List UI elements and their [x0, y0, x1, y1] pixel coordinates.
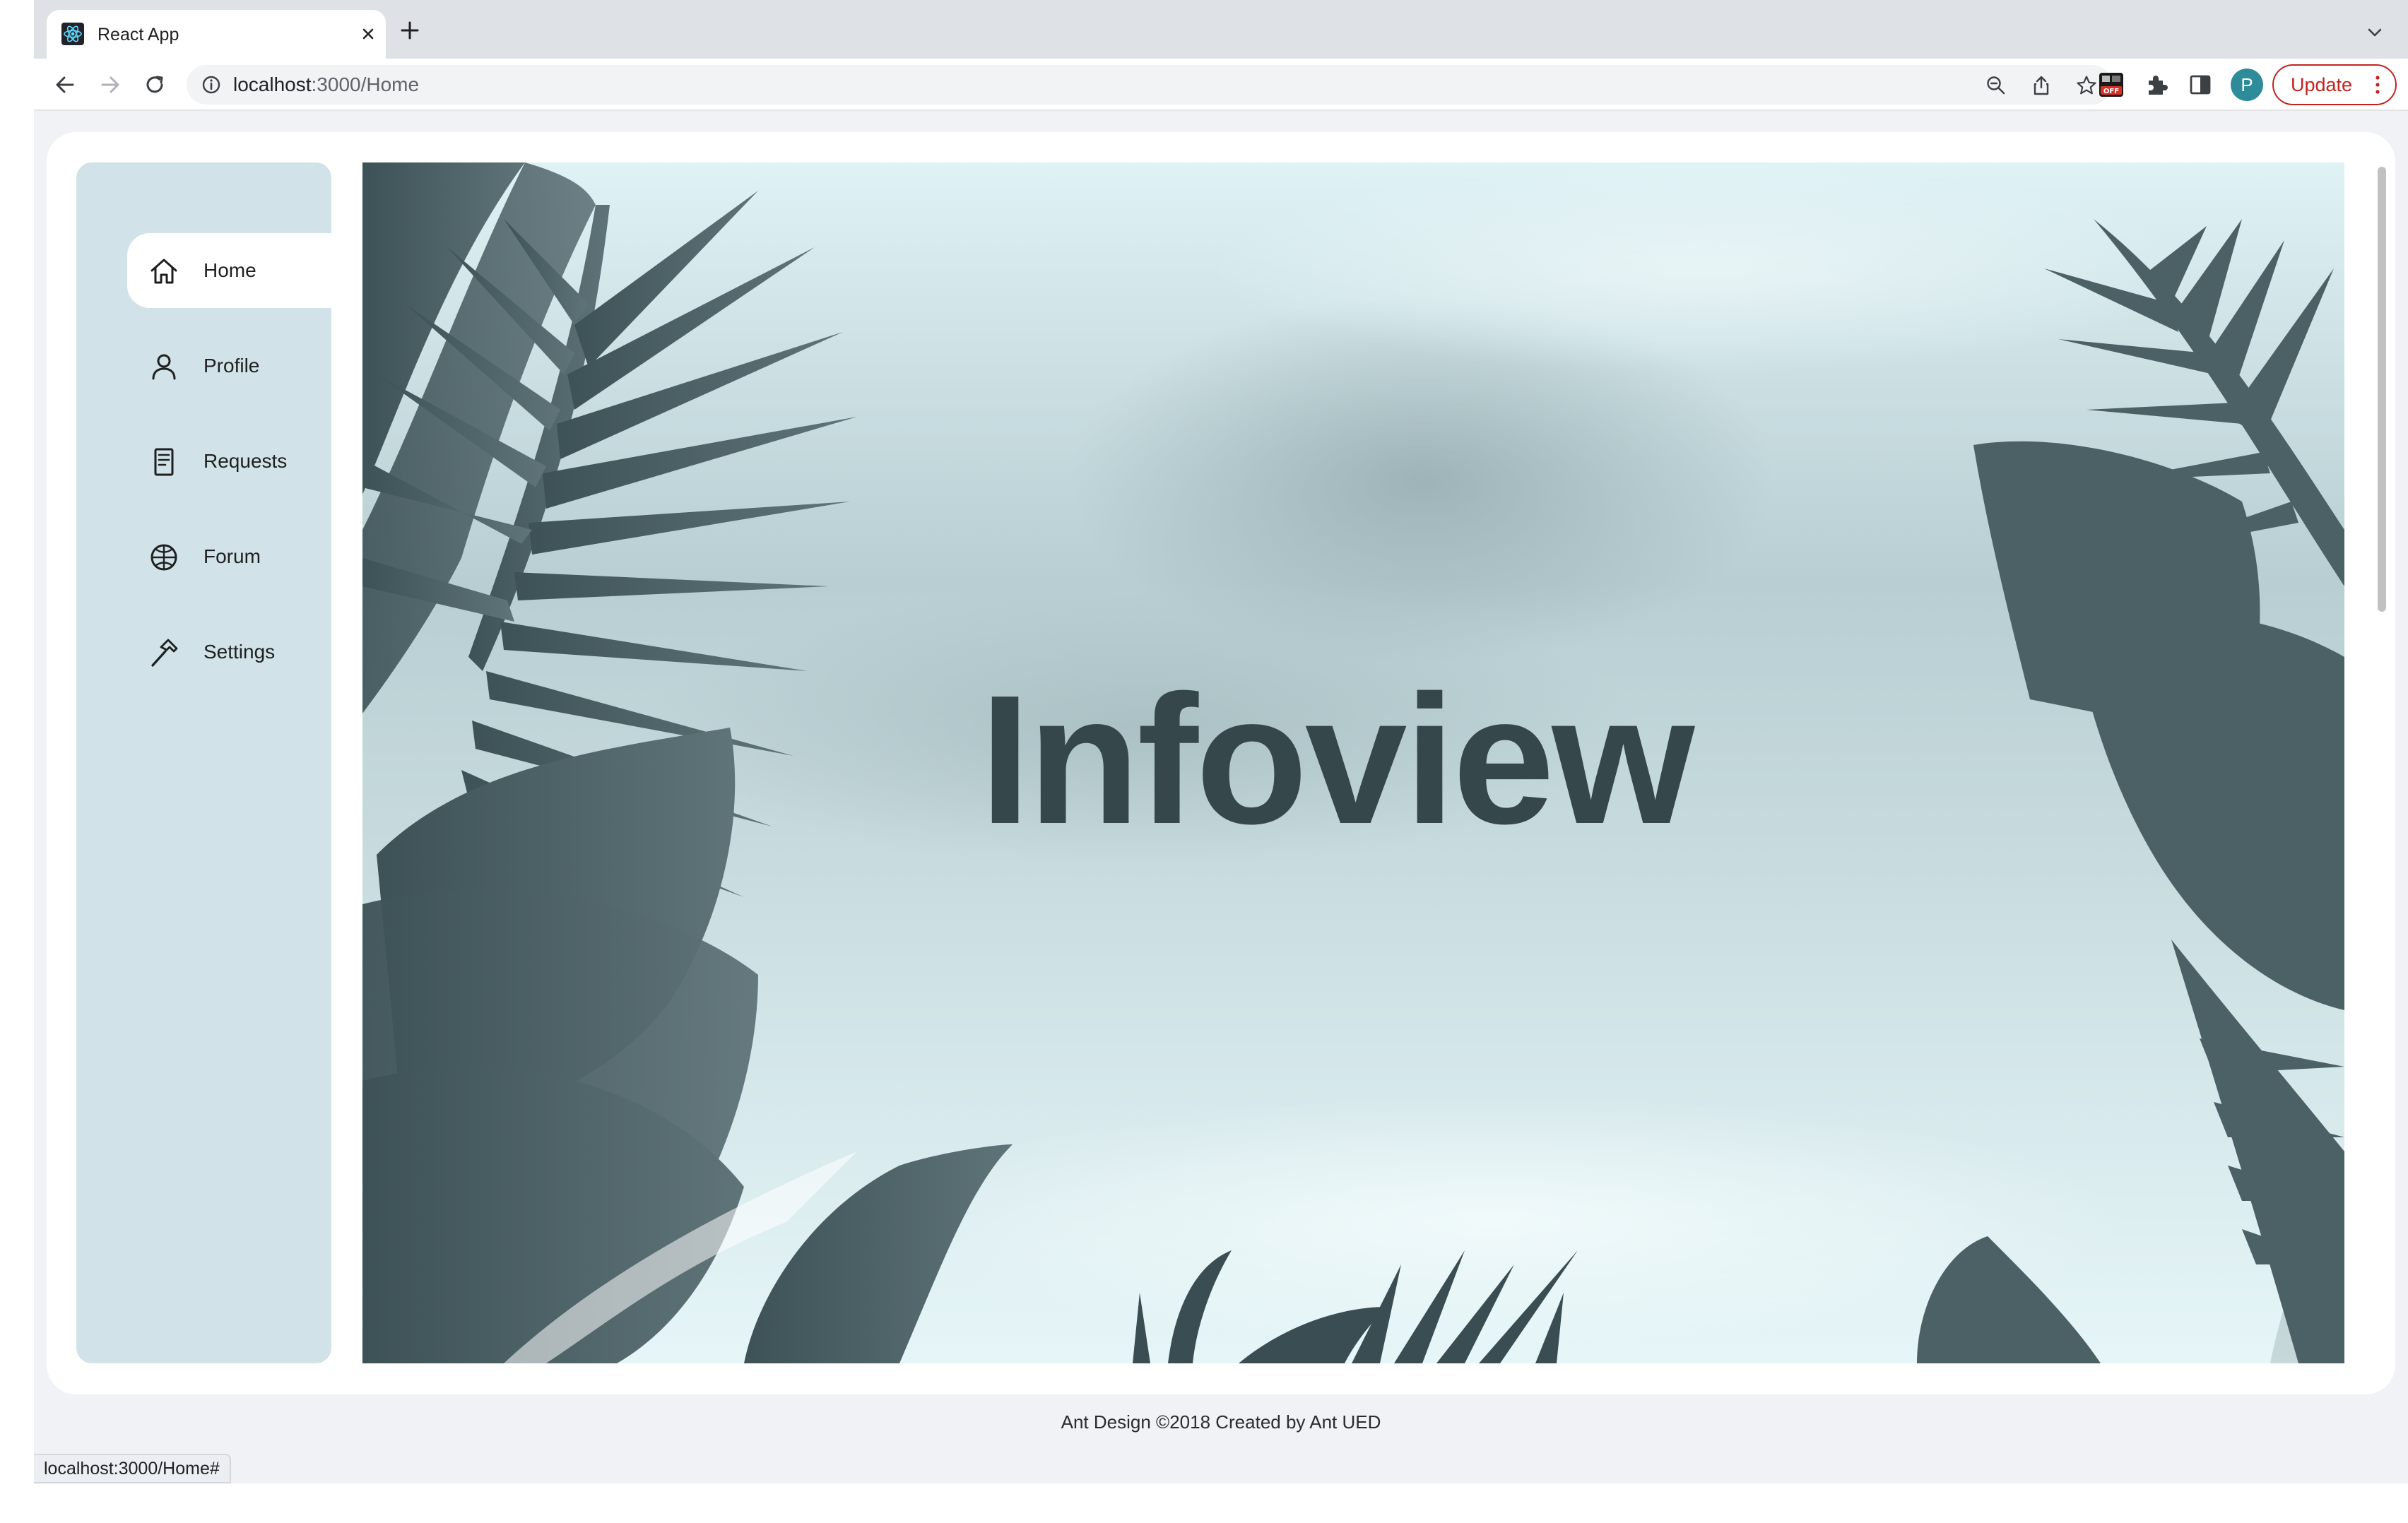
back-arrow-icon[interactable] [52, 71, 78, 98]
sidebar-item-home[interactable]: Home [127, 233, 332, 308]
url-host: localhost [233, 73, 312, 95]
update-button[interactable]: Update [2272, 64, 2397, 105]
file-text-icon [154, 448, 174, 476]
page-scrollbar[interactable] [2374, 162, 2390, 1363]
close-icon[interactable] [358, 23, 379, 45]
url-path: :3000/Home [311, 73, 420, 95]
sidebar-item-label: Settings [203, 641, 276, 663]
plus-icon[interactable] [398, 18, 422, 42]
scrollbar-thumb[interactable] [2378, 167, 2386, 612]
sidebar-item-requests[interactable]: Requests [127, 424, 332, 499]
sidebar-item-settings[interactable]: Settings [127, 615, 332, 689]
profile-avatar[interactable]: P [2231, 69, 2263, 101]
page-footer: Ant Design ©2018 Created by Ant UED [1061, 1411, 1381, 1433]
info-icon[interactable] [201, 74, 222, 95]
globe-icon [150, 544, 177, 571]
react-icon [61, 23, 84, 45]
tab-react-app[interactable]: React App [47, 10, 386, 59]
browser-toolbar: localhost:3000/Home OFF P Update [34, 59, 2408, 111]
side-panel-icon[interactable] [2187, 71, 2214, 98]
more-vertical-icon [2375, 76, 2380, 94]
hero-title: Infoview [362, 162, 2344, 1363]
chevron-down-icon[interactable] [2366, 23, 2384, 42]
sidebar-item-label: Forum [203, 545, 261, 567]
status-url-bar: localhost:3000/Home# [34, 1454, 231, 1483]
tab-strip: React App [34, 0, 2408, 59]
hammer-icon [151, 639, 178, 667]
sidebar-item-forum[interactable]: Forum [127, 519, 332, 594]
url-text[interactable]: localhost:3000/Home [233, 65, 419, 105]
update-label: Update [2291, 74, 2353, 95]
puzzle-icon[interactable] [2143, 71, 2170, 98]
sidebar-item-label: Requests [203, 450, 288, 472]
address-bar[interactable]: localhost:3000/Home [187, 65, 2112, 105]
hero-banner: Infoview [362, 162, 2344, 1363]
extension-off-icon[interactable]: OFF [2098, 71, 2125, 98]
home-icon [150, 259, 177, 284]
star-icon[interactable] [2075, 74, 2098, 97]
reload-icon[interactable] [141, 71, 168, 98]
share-icon[interactable] [2030, 74, 2053, 97]
hero-title-text: Infoview [979, 657, 1694, 863]
zoom-icon[interactable] [1985, 74, 2007, 97]
sidebar-item-profile[interactable]: Profile [127, 328, 332, 403]
sidebar: Home Profile Requests Forum Settings [76, 162, 332, 1363]
svg-text:OFF: OFF [2103, 88, 2119, 95]
screen-left-margin [0, 0, 34, 1523]
tab-title: React App [98, 25, 179, 45]
forward-arrow-icon[interactable] [97, 71, 124, 98]
user-icon [152, 354, 176, 380]
sidebar-item-label: Home [203, 259, 256, 281]
sidebar-item-label: Profile [203, 355, 260, 377]
